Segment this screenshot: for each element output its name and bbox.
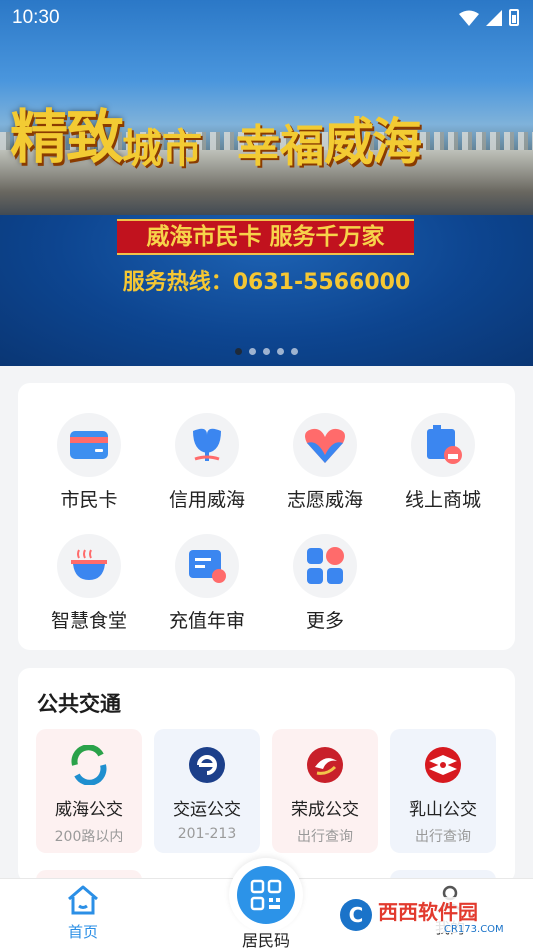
banner-hotline: 服务热线：0631-5566000 xyxy=(122,270,411,295)
route-rongcheng-bus[interactable]: 荣成公交 出行查询 xyxy=(272,729,378,853)
service-label: 智慧食堂 xyxy=(50,610,127,632)
services-card: 市民卡 信用威海 志愿威海 线上商城 智慧食堂 充值年审 更多 xyxy=(18,383,515,650)
banner-ribbon: 威海市民卡 服务千万家 xyxy=(117,219,414,255)
shop-basket-icon xyxy=(411,413,475,477)
home-icon xyxy=(68,885,98,915)
carousel-dot[interactable] xyxy=(291,348,298,355)
carousel-indicator xyxy=(0,348,533,355)
signal-icon xyxy=(486,9,502,26)
status-bar: 10:30 xyxy=(0,0,533,36)
card-icon xyxy=(57,413,121,477)
service-recharge-review[interactable]: 充值年审 xyxy=(152,534,262,633)
tulip-icon xyxy=(175,413,239,477)
service-volunteer-weihai[interactable]: 志愿威海 xyxy=(270,413,380,512)
watermark-text: 西西软件园 xyxy=(378,900,478,924)
service-label: 线上商城 xyxy=(404,489,481,511)
route-rushan-bus[interactable]: 乳山公交 出行查询 xyxy=(390,729,496,853)
status-icons xyxy=(459,9,519,26)
more-grid-icon xyxy=(293,534,357,598)
rongcheng-bus-logo xyxy=(307,747,343,783)
weihai-bus-logo xyxy=(71,744,107,786)
banner-headline: 精致 城市 幸福 威海 xyxy=(10,90,530,174)
wifi-icon xyxy=(459,10,479,26)
watermark-url: CR173.COM xyxy=(444,924,504,935)
bowl-icon xyxy=(57,534,121,598)
resident-code-button[interactable] xyxy=(229,858,303,932)
headline-part-1: 精致 xyxy=(10,103,124,171)
heart-hands-icon xyxy=(293,413,357,477)
service-smart-canteen[interactable]: 智慧食堂 xyxy=(34,534,144,633)
route-name: 乳山公交 xyxy=(409,800,477,820)
route-subtitle: 出行查询 xyxy=(415,829,471,845)
public-transit-card: 公共交通 威海公交 200路以内 交运公交 201-213 荣成公交 出行查询 … xyxy=(18,668,515,883)
recharge-icon xyxy=(175,534,239,598)
hero-banner[interactable]: 精致 城市 幸福 威海 威海市民卡 服务千万家 服务热线：0631-556600… xyxy=(0,0,533,366)
service-label: 市民卡 xyxy=(60,489,118,511)
route-subtitle: 200路以内 xyxy=(54,829,124,845)
svg-text:C: C xyxy=(349,903,364,927)
status-time: 10:30 xyxy=(12,7,60,28)
route-name: 交运公交 xyxy=(173,800,241,820)
rushan-bus-logo xyxy=(425,747,461,783)
carousel-dot[interactable] xyxy=(249,348,256,355)
carousel-dot[interactable] xyxy=(235,348,242,355)
service-more[interactable]: 更多 xyxy=(270,534,380,633)
headline-part-2: 城市 xyxy=(122,125,203,172)
nav-home-label: 首页 xyxy=(67,923,98,941)
route-subtitle: 出行查询 xyxy=(297,829,353,845)
service-citizen-card[interactable]: 市民卡 xyxy=(34,413,144,512)
nav-resident-code-label: 居民码 xyxy=(241,931,290,948)
carousel-dot[interactable] xyxy=(277,348,284,355)
service-online-mall[interactable]: 线上商城 xyxy=(388,413,498,512)
nav-home[interactable]: 首页 xyxy=(33,885,133,942)
watermark-logo: C 西西软件园 CR173.COM xyxy=(334,897,519,935)
qr-scan-icon xyxy=(237,866,295,924)
service-label: 志愿威海 xyxy=(286,489,363,511)
route-name: 荣成公交 xyxy=(291,800,359,820)
carousel-dot[interactable] xyxy=(263,348,270,355)
headline-part-4: 威海 xyxy=(324,112,422,171)
service-credit-weihai[interactable]: 信用威海 xyxy=(152,413,262,512)
headline-part-3: 幸福 xyxy=(236,121,325,172)
route-subtitle: 201-213 xyxy=(177,826,237,842)
section-title: 公共交通 xyxy=(37,692,121,716)
route-jiaoyun-bus[interactable]: 交运公交 201-213 xyxy=(154,729,260,853)
service-label: 更多 xyxy=(305,610,344,632)
route-name: 威海公交 xyxy=(55,800,123,820)
service-label: 充值年审 xyxy=(168,610,245,632)
route-weihai-bus[interactable]: 威海公交 200路以内 xyxy=(36,729,142,853)
battery-icon xyxy=(509,9,519,26)
service-label: 信用威海 xyxy=(168,489,245,511)
jiaoyun-bus-logo xyxy=(189,747,225,783)
